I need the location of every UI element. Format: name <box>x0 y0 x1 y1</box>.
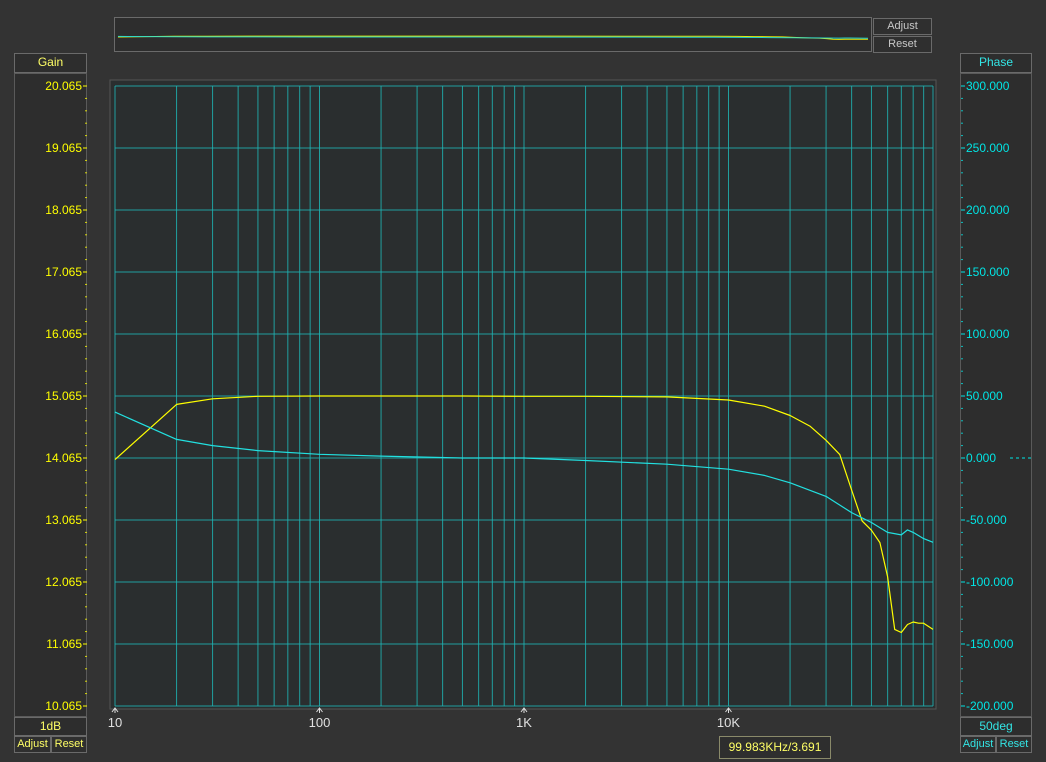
gain-tick-label: 10.065 <box>45 699 82 713</box>
phase-tick-label: 250.000 <box>966 141 1010 155</box>
phase-tick-label: 0.000 <box>966 451 996 465</box>
phase-tick-label: -150.000 <box>966 637 1014 651</box>
phase-tick-label: 50.000 <box>966 389 1003 403</box>
phase-tick-label: 300.000 <box>966 79 1010 93</box>
phase-tick-label: 200.000 <box>966 203 1010 217</box>
gain-tick-label: 17.065 <box>45 265 82 279</box>
phase-tick-label: -200.000 <box>966 699 1014 713</box>
plot-area <box>109 79 937 710</box>
gain-tick-label: 13.065 <box>45 513 82 527</box>
x-tick-label: 10K <box>717 715 740 730</box>
gain-tick-label: 20.065 <box>45 79 82 93</box>
gain-tick-label: 19.065 <box>45 141 82 155</box>
cursor-readout: 99.983KHz/3.691 <box>719 736 831 759</box>
phase-tick-label: 100.000 <box>966 327 1010 341</box>
phase-tick-label: -100.000 <box>966 575 1014 589</box>
phase-tick-label: -50.000 <box>966 513 1007 527</box>
gain-tick-label: 18.065 <box>45 203 82 217</box>
x-tick-label: 1K <box>516 715 532 730</box>
gain-tick-label: 12.065 <box>45 575 82 589</box>
phase-tick-label: 150.000 <box>966 265 1010 279</box>
gain-tick-label: 14.065 <box>45 451 82 465</box>
gain-tick-label: 15.065 <box>45 389 82 403</box>
x-tick-label: 10 <box>108 715 122 730</box>
bode-plot[interactable]: 10 100 1K 10K 20.065 19.065 18.065 17.065 16.065… <box>0 0 1046 762</box>
gain-tick-label: 11.065 <box>46 637 82 651</box>
gain-tick-label: 16.065 <box>45 327 82 341</box>
x-tick-label: 100 <box>309 715 331 730</box>
